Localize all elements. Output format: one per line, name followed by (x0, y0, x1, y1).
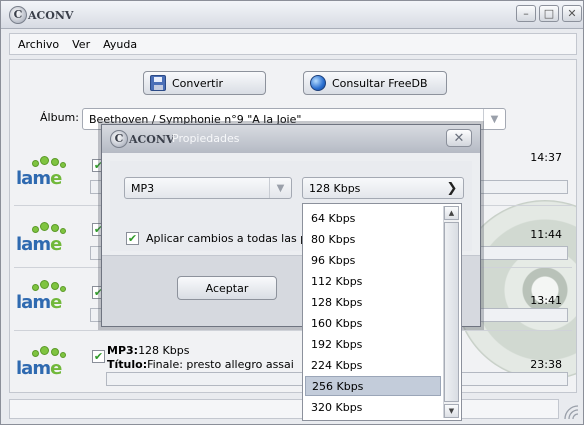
bitrate-option[interactable]: 160 Kbps (305, 313, 441, 333)
bitrate-option[interactable]: 224 Kbps (305, 355, 441, 375)
accept-label: Aceptar (205, 281, 249, 295)
apply-all-label: Aplicar cambios a todas las pis (146, 232, 316, 245)
format-value: MP3 (131, 181, 155, 195)
bitrate-option[interactable]: 80 Kbps (305, 229, 441, 249)
track-title: Título:Finale: presto allegro assai (107, 358, 294, 371)
freedb-button[interactable]: Consultar FreeDB (303, 71, 447, 95)
status-bar (9, 399, 559, 419)
format-select[interactable]: MP3 ▼ (124, 177, 292, 199)
maximize-button[interactable]: □ (539, 5, 559, 22)
apply-all-checkbox[interactable]: ✔ (126, 232, 139, 245)
scroll-up-icon[interactable]: ▲ (444, 206, 459, 220)
menu-ayuda[interactable]: Ayuda (95, 38, 142, 51)
dialog-logo: C ACONV (110, 130, 174, 148)
app-logo: C ACONV (9, 6, 73, 24)
dialog-logo-mark: C (110, 130, 128, 148)
bitrate-option-selected[interactable]: 256 Kbps (305, 376, 441, 396)
dialog-title: Propiedades (172, 132, 240, 145)
lame-logo: lame (16, 346, 68, 382)
dialog-title-bar: C ACONV Propiedades ✕ (102, 125, 480, 153)
close-button[interactable]: ✕ (562, 5, 582, 22)
lame-logo: lame (16, 156, 68, 192)
close-icon: ✕ (453, 130, 465, 146)
globe-icon (310, 75, 326, 91)
bitrate-option[interactable]: 320 Kbps (305, 397, 441, 417)
convert-button[interactable]: Convertir (143, 71, 266, 95)
title-bar: C ACONV – □ ✕ (1, 1, 583, 29)
dialog-close-button[interactable]: ✕ (446, 129, 472, 147)
minimize-icon: – (523, 7, 529, 20)
lame-logo: lame (16, 222, 68, 258)
track-duration: 23:38 (530, 358, 562, 371)
bitrate-select[interactable]: 128 Kbps ❯ (302, 177, 464, 199)
menu-archivo[interactable]: Archivo (10, 38, 64, 51)
app-logo-mark: C (9, 6, 27, 24)
app-logo-text: ACONV (28, 8, 74, 22)
bitrate-option[interactable]: 128 Kbps (305, 292, 441, 312)
freedb-label: Consultar FreeDB (332, 76, 428, 90)
convert-label: Convertir (172, 76, 224, 90)
chevron-down-icon: ▼ (483, 109, 505, 129)
scroll-down-icon[interactable]: ▼ (444, 404, 459, 418)
album-label: Álbum: (40, 111, 79, 124)
dialog-logo-text: ACONV (129, 132, 175, 146)
track-duration: 11:44 (530, 228, 562, 241)
bitrate-value: 128 Kbps (309, 181, 361, 195)
lame-logo: lame (16, 280, 68, 316)
track-checkbox[interactable]: ✔ (92, 350, 105, 363)
close-icon: ✕ (567, 7, 577, 20)
floppy-icon (150, 75, 166, 91)
maximize-icon: □ (543, 7, 555, 20)
bitrate-option[interactable]: 64 Kbps (305, 208, 441, 228)
chevron-down-icon: ❯ (446, 180, 458, 196)
accept-button[interactable]: Aceptar (177, 276, 277, 300)
bitrate-option[interactable]: 96 Kbps (305, 250, 441, 270)
track-duration: 13:41 (530, 294, 562, 307)
bitrate-dropdown-list: 64 Kbps 80 Kbps 96 Kbps 112 Kbps 128 Kbp… (302, 203, 462, 421)
bitrate-option[interactable]: 192 Kbps (305, 334, 441, 354)
track-format: MP3:128 Kbps (107, 344, 190, 357)
dropdown-scrollbar[interactable]: ▲ ▼ (443, 206, 459, 418)
chevron-down-icon: ▼ (269, 178, 291, 198)
menu-bar: Archivo Ver Ayuda (9, 33, 577, 55)
minimize-button[interactable]: – (516, 5, 536, 22)
track-row: lame ✔ MP3:128 Kbps Título:Finale: prest… (16, 336, 568, 392)
scroll-thumb[interactable] (444, 222, 459, 402)
divider (14, 330, 572, 331)
resize-grip-icon[interactable] (563, 404, 579, 420)
bitrate-option[interactable]: 112 Kbps (305, 271, 441, 291)
track-duration: 14:37 (530, 151, 562, 164)
menu-ver[interactable]: Ver (64, 38, 95, 51)
